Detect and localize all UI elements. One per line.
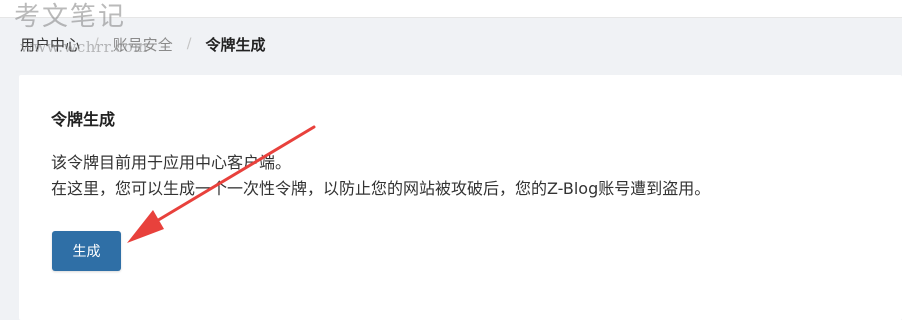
top-bar [0, 0, 902, 18]
card-title: 令牌生成 [51, 110, 116, 129]
breadcrumb-item-token-generation: 令牌生成 [205, 35, 266, 54]
description-line-1: 该令牌目前用于应用中心客户端。 [51, 153, 292, 172]
breadcrumb-item-user-center[interactable]: 用户中心 [20, 34, 80, 55]
generate-button[interactable]: 生成 [52, 231, 121, 271]
breadcrumb-separator: / [186, 36, 192, 52]
card-description: 该令牌目前用于应用中心客户端。 在这里，您可以生成一个一次性令牌，以防止您的网站… [51, 150, 710, 202]
breadcrumb-item-account-security[interactable]: 账号安全 [113, 34, 173, 55]
description-line-2: 在这里，您可以生成一个一次性令牌，以防止您的网站被攻破后，您的Z-Blog账号遭… [51, 179, 711, 198]
breadcrumb: 用户中心 / 账号安全 / 令牌生成 [20, 33, 265, 55]
breadcrumb-separator: / [94, 36, 99, 52]
token-card: 令牌生成 该令牌目前用于应用中心客户端。 在这里，您可以生成一个一次性令牌，以防… [19, 75, 902, 320]
